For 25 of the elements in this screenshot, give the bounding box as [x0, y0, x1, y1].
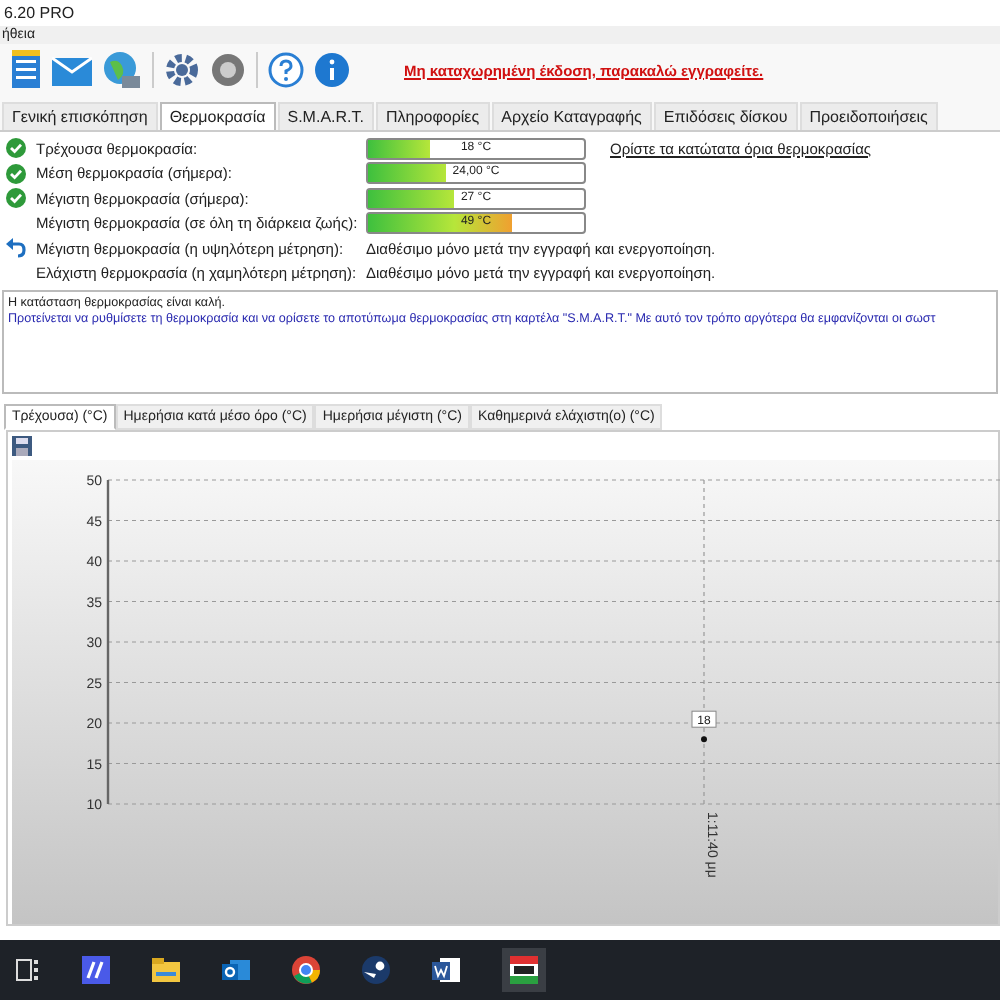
tab[interactable]: Γενική επισκόπηση: [2, 102, 158, 130]
tab[interactable]: Θερμοκρασία: [159, 102, 276, 130]
tab[interactable]: Αρχείο Καταγραφής: [491, 102, 652, 130]
data-label-box: [691, 710, 717, 728]
undo-icon[interactable]: [6, 236, 26, 261]
browser-icon[interactable]: [292, 956, 320, 984]
envelope-icon[interactable]: [52, 54, 92, 86]
document-icon[interactable]: [432, 956, 460, 984]
gamepad-icon[interactable]: [362, 956, 390, 984]
globe-icon[interactable]: [102, 50, 142, 90]
task-view-icon[interactable]: [16, 958, 40, 982]
tab[interactable]: S.M.A.R.T.: [277, 102, 374, 130]
help-icon[interactable]: [268, 52, 304, 88]
gear-icon[interactable]: [164, 52, 200, 88]
info-icon[interactable]: [314, 52, 350, 88]
app-tile-icon[interactable]: [82, 956, 110, 984]
tab[interactable]: Επιδόσεις δίσκου: [653, 102, 798, 130]
tab[interactable]: Πληροφορίες: [375, 102, 490, 130]
tab[interactable]: Προειδοποιήσεις: [799, 102, 938, 130]
window-title: 6.20 PRO: [4, 4, 75, 22]
save-icon[interactable]: [12, 436, 32, 456]
notepad-icon[interactable]: [10, 50, 42, 90]
data-point: [701, 736, 707, 743]
mail-icon[interactable]: [222, 956, 250, 984]
folder-icon[interactable]: [152, 958, 180, 982]
